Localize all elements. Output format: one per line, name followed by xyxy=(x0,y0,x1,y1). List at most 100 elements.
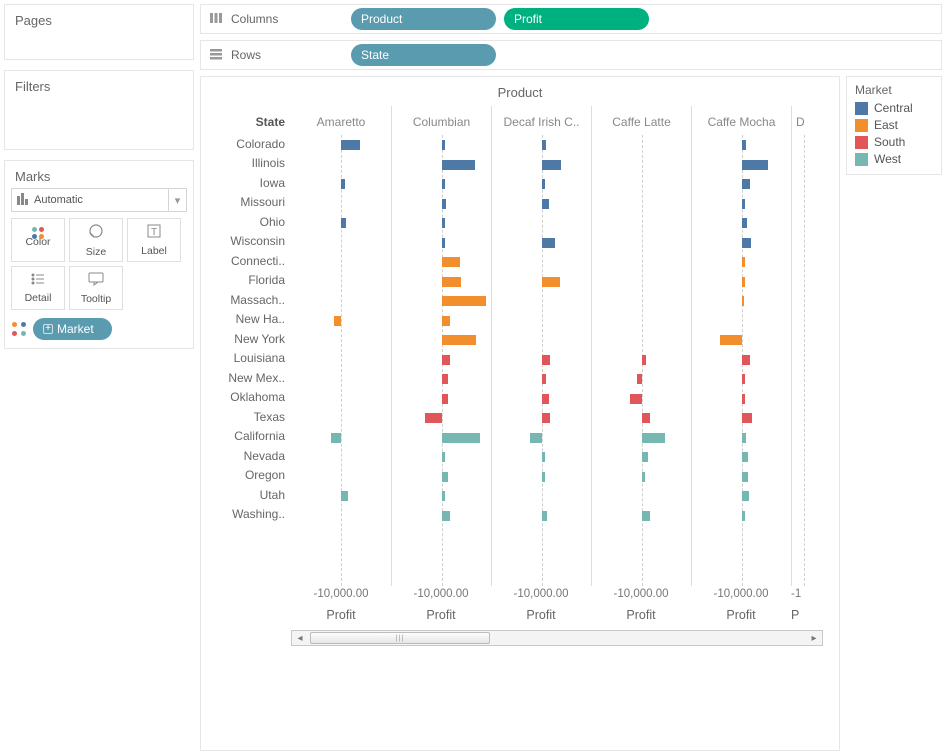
mark-type-dropdown[interactable]: Automatic ▾ xyxy=(11,188,187,212)
state-row-label[interactable]: Florida xyxy=(201,271,285,291)
state-row-label[interactable]: Oregon xyxy=(201,466,285,486)
bar-mark[interactable] xyxy=(742,452,748,462)
bar-mark[interactable] xyxy=(642,472,645,482)
bar-mark[interactable] xyxy=(742,257,745,267)
bar-mark[interactable] xyxy=(442,160,475,170)
bar-mark[interactable] xyxy=(742,433,746,443)
bar-mark[interactable] xyxy=(542,355,550,365)
bar-mark[interactable] xyxy=(542,179,545,189)
bar-mark[interactable] xyxy=(742,296,744,306)
bar-mark[interactable] xyxy=(637,374,642,384)
state-row-label[interactable]: Colorado xyxy=(201,134,285,154)
bar-mark[interactable] xyxy=(642,511,650,521)
columns-pill-product[interactable]: Product xyxy=(351,8,496,30)
bar-mark[interactable] xyxy=(442,511,450,521)
state-row-label[interactable]: Iowa xyxy=(201,173,285,193)
state-row-label[interactable]: Connecti.. xyxy=(201,251,285,271)
market-color-pill[interactable]: + Market xyxy=(33,318,112,340)
facet-header[interactable]: Caffe Latte xyxy=(592,106,691,134)
pages-shelf[interactable]: Pages xyxy=(4,4,194,60)
bar-mark[interactable] xyxy=(542,140,546,150)
scroll-thumb[interactable] xyxy=(310,632,490,644)
bar-mark[interactable] xyxy=(442,179,445,189)
bar-mark[interactable] xyxy=(742,355,750,365)
bar-mark[interactable] xyxy=(442,433,480,443)
state-row-label[interactable]: Ohio xyxy=(201,212,285,232)
bar-mark[interactable] xyxy=(742,160,768,170)
columns-shelf[interactable]: Columns Product Profit xyxy=(200,4,942,34)
bar-mark[interactable] xyxy=(442,238,445,248)
bar-mark[interactable] xyxy=(742,413,752,423)
state-row-label[interactable]: Nevada xyxy=(201,446,285,466)
state-row-label[interactable]: California xyxy=(201,427,285,447)
facet-header[interactable]: D xyxy=(792,106,811,134)
bar-mark[interactable] xyxy=(442,277,461,287)
bar-mark[interactable] xyxy=(542,199,549,209)
legend-item-south[interactable]: South xyxy=(855,135,933,149)
rows-shelf[interactable]: Rows State xyxy=(200,40,942,70)
bar-mark[interactable] xyxy=(742,218,747,228)
bar-mark[interactable] xyxy=(425,413,443,423)
legend-item-central[interactable]: Central xyxy=(855,101,933,115)
chart-view[interactable]: Product State ColoradoIllinoisIowaMissou… xyxy=(200,76,840,751)
bar-mark[interactable] xyxy=(542,394,549,404)
marks-size-button[interactable]: Size xyxy=(69,218,123,262)
bar-mark[interactable] xyxy=(442,472,448,482)
state-row-label[interactable]: Illinois xyxy=(201,154,285,174)
bar-mark[interactable] xyxy=(742,374,745,384)
bar-mark[interactable] xyxy=(442,218,445,228)
scroll-track[interactable] xyxy=(308,631,806,645)
marks-color-button[interactable]: Color xyxy=(11,218,65,262)
columns-pill-profit[interactable]: Profit xyxy=(504,8,649,30)
bar-mark[interactable] xyxy=(341,218,346,228)
facet-header[interactable]: Caffe Mocha xyxy=(692,106,791,134)
marks-detail-button[interactable]: Detail xyxy=(11,266,65,310)
bar-mark[interactable] xyxy=(742,472,748,482)
bar-mark[interactable] xyxy=(542,472,545,482)
state-row-label[interactable]: New Ha.. xyxy=(201,310,285,330)
bar-mark[interactable] xyxy=(542,413,550,423)
bar-mark[interactable] xyxy=(642,413,650,423)
bar-mark[interactable] xyxy=(642,355,646,365)
state-row-label[interactable]: Louisiana xyxy=(201,349,285,369)
bar-mark[interactable] xyxy=(742,140,746,150)
bar-mark[interactable] xyxy=(442,374,448,384)
state-row-label[interactable]: Massach.. xyxy=(201,290,285,310)
legend-item-east[interactable]: East xyxy=(855,118,933,132)
state-row-label[interactable]: Missouri xyxy=(201,193,285,213)
color-legend[interactable]: Market CentralEastSouthWest xyxy=(846,76,942,175)
bar-mark[interactable] xyxy=(642,452,648,462)
bar-mark[interactable] xyxy=(742,199,745,209)
scroll-left-arrow[interactable]: ◂ xyxy=(292,633,308,644)
bar-mark[interactable] xyxy=(442,452,445,462)
bar-mark[interactable] xyxy=(442,140,445,150)
scroll-right-arrow[interactable]: ▸ xyxy=(806,633,822,644)
bar-mark[interactable] xyxy=(542,511,547,521)
bar-mark[interactable] xyxy=(442,257,460,267)
facet-header[interactable]: Columbian xyxy=(392,106,491,134)
bar-mark[interactable] xyxy=(442,355,450,365)
bar-mark[interactable] xyxy=(530,433,543,443)
state-row-label[interactable]: Oklahoma xyxy=(201,388,285,408)
bar-mark[interactable] xyxy=(742,394,745,404)
bar-mark[interactable] xyxy=(542,238,555,248)
bar-mark[interactable] xyxy=(742,277,745,287)
state-row-label[interactable]: Texas xyxy=(201,407,285,427)
bar-mark[interactable] xyxy=(542,374,546,384)
state-row-label[interactable]: Wisconsin xyxy=(201,232,285,252)
state-row-label[interactable]: New Mex.. xyxy=(201,368,285,388)
bar-mark[interactable] xyxy=(341,140,360,150)
bar-mark[interactable] xyxy=(341,179,345,189)
bar-mark[interactable] xyxy=(742,511,745,521)
state-row-label[interactable]: Utah xyxy=(201,485,285,505)
state-row-label[interactable]: Washing.. xyxy=(201,505,285,525)
bar-mark[interactable] xyxy=(542,452,545,462)
bar-mark[interactable] xyxy=(442,296,486,306)
legend-item-west[interactable]: West xyxy=(855,152,933,166)
bar-mark[interactable] xyxy=(442,199,446,209)
bar-mark[interactable] xyxy=(642,433,665,443)
state-row-label[interactable]: New York xyxy=(201,329,285,349)
bar-mark[interactable] xyxy=(331,433,341,443)
bar-mark[interactable] xyxy=(542,160,561,170)
bar-mark[interactable] xyxy=(742,179,750,189)
